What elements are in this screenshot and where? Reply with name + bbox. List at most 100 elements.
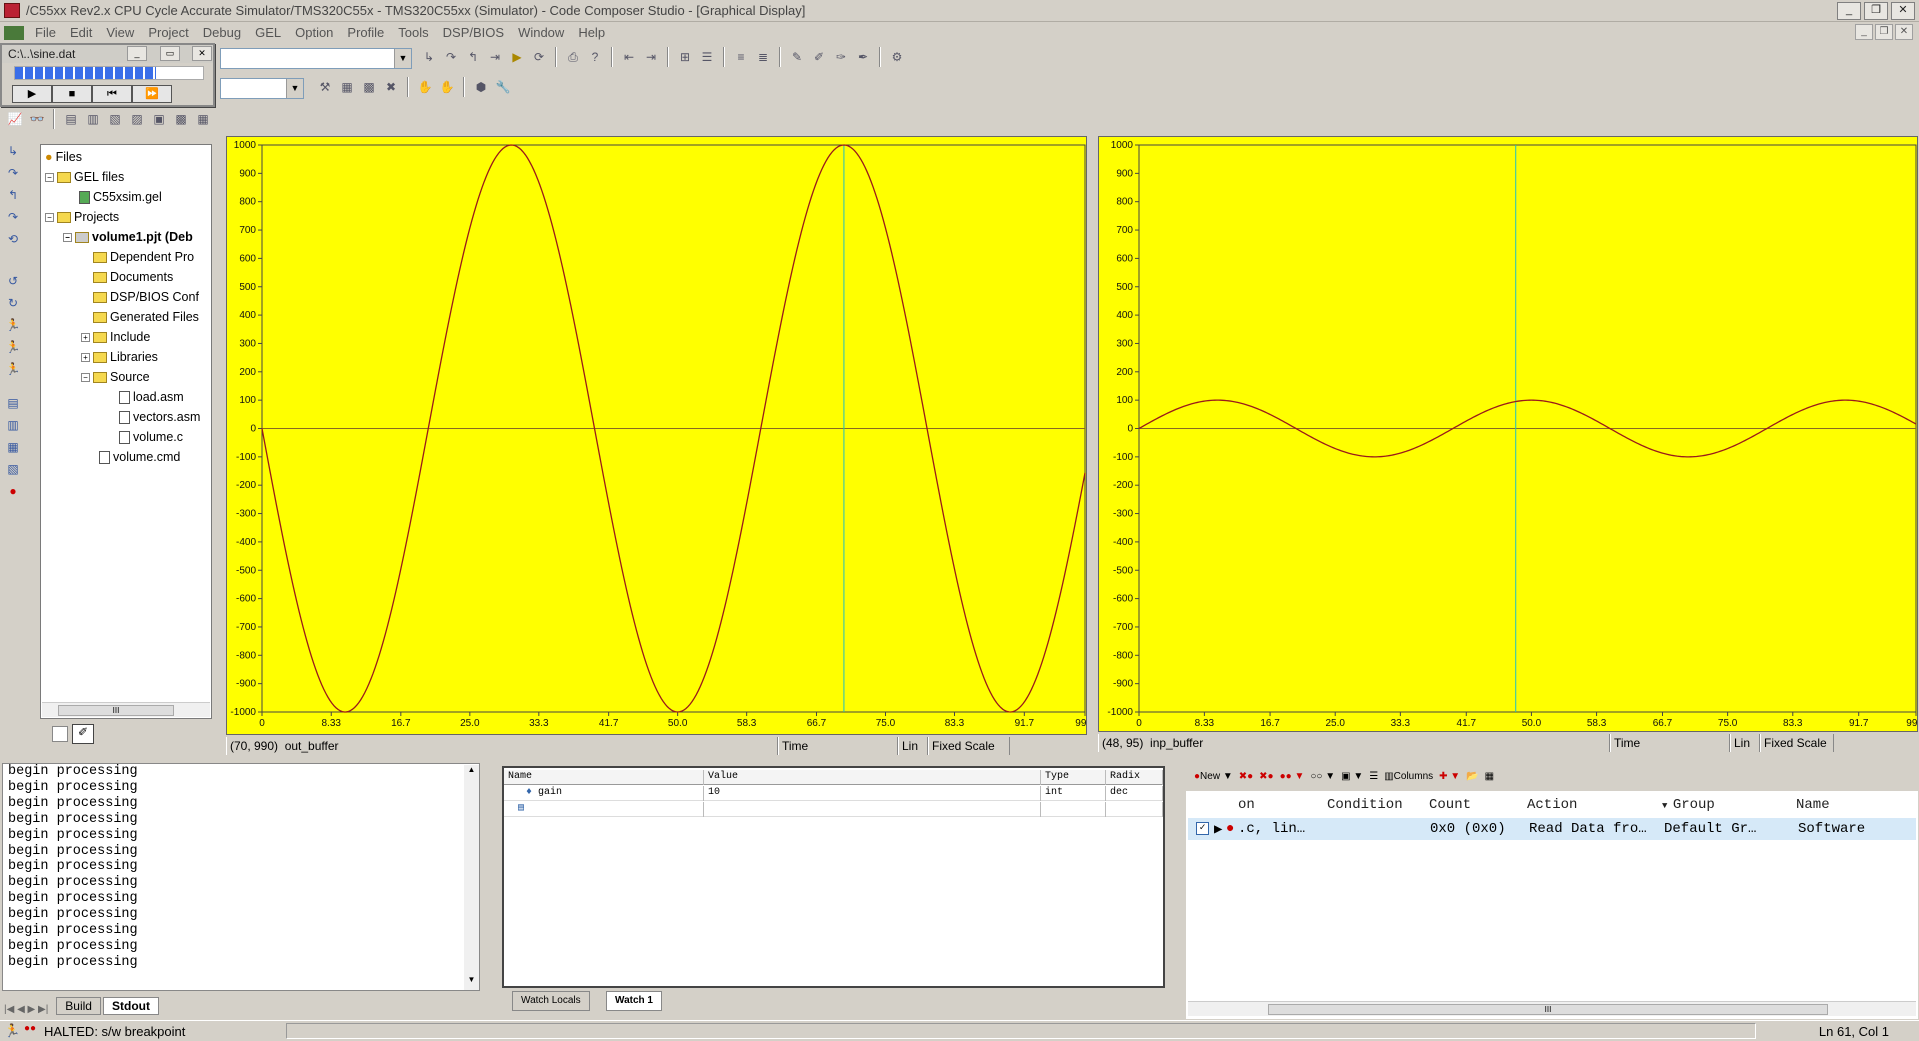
menu-debug[interactable]: Debug [196, 25, 248, 40]
tree-hscrollbar[interactable]: III [42, 702, 210, 717]
tab-watch-1[interactable]: Watch 1 [606, 991, 662, 1011]
hand-icon[interactable]: ✋ [416, 78, 434, 96]
watch-col-value[interactable]: Value [704, 770, 1041, 785]
watch-var-radix[interactable]: dec [1106, 786, 1163, 801]
run-to-cursor-icon[interactable]: ⇥ [486, 48, 504, 66]
close-button[interactable]: ✕ [1891, 2, 1915, 20]
bp-col-name[interactable]: Name [1796, 797, 1830, 813]
gear-icon[interactable]: ⚙ [888, 48, 906, 66]
step-over-icon[interactable]: ↷ [442, 48, 460, 66]
tree-gel-file[interactable]: C55xsim.gel [79, 189, 162, 205]
watch-var-value[interactable]: 10 [704, 786, 1041, 801]
step-into-icon[interactable]: ↳ [420, 48, 438, 66]
runner-free-icon[interactable]: 🏃 [4, 340, 22, 358]
menu-option[interactable]: Option [288, 25, 340, 40]
register-icon[interactable]: ▥ [84, 110, 102, 128]
step-out-icon[interactable]: ↰ [464, 48, 482, 66]
menu-view[interactable]: View [99, 25, 141, 40]
disasm-icon[interactable]: ▧ [106, 110, 124, 128]
call-stack-icon[interactable]: ▦ [4, 440, 22, 458]
tree-file-vectors[interactable]: vectors.asm [119, 409, 200, 425]
runner-go-icon[interactable]: 🏃 [4, 362, 22, 380]
watch-col-type[interactable]: Type [1041, 770, 1106, 785]
profile-icon[interactable]: ✑ [832, 48, 850, 66]
run-asm-icon[interactable]: ↷ [4, 210, 22, 228]
bp-col-group[interactable]: ▼ Group [1662, 797, 1715, 813]
indent-icon[interactable]: ⇤ [620, 48, 638, 66]
scroll-down-icon[interactable]: ▼ [464, 975, 479, 990]
bp-col-action[interactable]: Action [1527, 797, 1577, 813]
popup-close-button[interactable]: ✕ [192, 46, 212, 61]
bp-col-on[interactable]: on [1238, 797, 1255, 813]
table-row[interactable]: ✓ ▶ ● .c, lin… 0x0 (0x0) Read Data fro… … [1188, 818, 1916, 840]
tab-file-view-icon[interactable] [52, 726, 68, 742]
table-row[interactable]: ♦ gain 10 int dec [504, 786, 1163, 801]
tree-libraries[interactable]: + Libraries [81, 349, 158, 365]
list-view-icon[interactable]: ☰ [1369, 771, 1378, 782]
tree-files[interactable]: ● Files [45, 149, 82, 165]
tree-source[interactable]: − Source [81, 369, 150, 385]
fast-forward-icon[interactable]: ⏩ [132, 85, 172, 103]
enable-icon[interactable]: ●● ▼ [1280, 771, 1305, 782]
register-window-icon[interactable]: ▤ [4, 396, 22, 414]
watch-col-name[interactable]: Name [504, 770, 704, 785]
tree-file-load[interactable]: load.asm [119, 389, 184, 405]
menu-dspbios[interactable]: DSP/BIOS [436, 25, 511, 40]
tab-bookmark-icon[interactable]: ✐ [72, 724, 94, 744]
save-icon[interactable]: ▦ [1485, 771, 1494, 782]
build-icon[interactable]: ▦ [338, 78, 356, 96]
symbol-browser-icon[interactable]: ▧ [4, 462, 22, 480]
view-icon[interactable]: ▣ ▼ [1341, 771, 1363, 782]
runner-icon[interactable]: 🏃 [4, 318, 22, 336]
tree-file-volume[interactable]: volume.c [119, 429, 183, 445]
tree-gel-files[interactable]: − GEL files [45, 169, 124, 185]
delete-breakpoint-icon[interactable]: ✖● [1239, 771, 1253, 782]
stdout-window[interactable]: begin processing begin processing begin pr… [2, 763, 480, 991]
tree-project[interactable]: − volume1.pjt (Deb [63, 229, 193, 245]
play-icon[interactable]: ▶ [12, 85, 52, 103]
stop-build-icon[interactable]: ✖ [382, 78, 400, 96]
popup-restore-button[interactable]: ▭ [160, 46, 180, 61]
record-icon[interactable]: ● [4, 484, 22, 502]
delete-all-icon[interactable]: ✖● [1259, 771, 1273, 782]
graph-display-1[interactable]: 1000 900 800 700 600 500 400 300 200 100 0 -100 -200… [226, 136, 1095, 735]
watch-col-radix[interactable]: Radix [1106, 770, 1163, 785]
graph-display-2[interactable]: 1000 900 800 700 600 500 400 300 200 100 0 -100 -200… [1098, 136, 1919, 732]
menu-edit[interactable]: Edit [63, 25, 99, 40]
watch-window[interactable]: Name Value Type Radix ♦ gain 10 int dec … [502, 766, 1165, 988]
halt-icon[interactable]: ✋ [438, 78, 456, 96]
memory-window-icon[interactable]: ▥ [4, 418, 22, 436]
new-breakpoint-button[interactable]: ●New ▼ [1194, 771, 1233, 782]
scroll-up-icon[interactable]: ▲ [464, 765, 479, 780]
restart-icon[interactable]: ↻ [4, 296, 22, 314]
tree-documents[interactable]: Documents [93, 269, 173, 285]
step-over-asm-icon[interactable]: ↷ [4, 166, 22, 184]
tree-projects[interactable]: − Projects [45, 209, 119, 225]
stdout-vscrollbar[interactable]: ▲ ▼ [464, 765, 479, 990]
menu-profile[interactable]: Profile [340, 25, 391, 40]
rebuild-icon[interactable]: ▩ [360, 78, 378, 96]
run-icon[interactable]: ▶ [508, 48, 526, 66]
mixed-icon[interactable]: ▦ [194, 110, 212, 128]
columns-button[interactable]: ▥Columns [1384, 771, 1433, 782]
add-watch-icon[interactable]: ▤ [504, 802, 704, 817]
menu-help[interactable]: Help [571, 25, 612, 40]
open-folder-icon[interactable]: 📂 [1466, 771, 1478, 782]
stop-icon[interactable]: ■ [52, 85, 92, 103]
bp-hscroll-thumb[interactable]: III [1268, 1004, 1828, 1015]
outdent-icon[interactable]: ⇥ [642, 48, 660, 66]
reset-icon[interactable]: ⟲ [4, 232, 22, 250]
bookmark-icon[interactable]: ⊞ [676, 48, 694, 66]
graph-icon[interactable]: ▣ [150, 110, 168, 128]
bp-enabled-checkbox[interactable]: ✓ [1196, 822, 1209, 835]
config-combo[interactable]: ▼ [220, 78, 304, 99]
breakpoint-manager[interactable]: ●New ▼ ✖● ✖● ●● ▼ ○○ ▼ ▣ ▼ ☰ ▥Columns ✚ … [1186, 761, 1918, 1019]
chart-view-icon[interactable]: 📈 [6, 110, 24, 128]
mdi-close-button[interactable]: ✕ [1895, 24, 1913, 40]
file-io-control-window[interactable]: C:\..\sine.dat _ ▭ ✕ ▶ ■ ⏮ ⏩ [0, 43, 215, 107]
align-right-icon[interactable]: ≣ [754, 48, 772, 66]
table-row[interactable]: ▤ [504, 802, 1163, 817]
tree-include[interactable]: + Include [81, 329, 150, 345]
print-icon[interactable]: ⎙ [564, 48, 582, 66]
maximize-button[interactable]: ❐ [1864, 2, 1888, 20]
